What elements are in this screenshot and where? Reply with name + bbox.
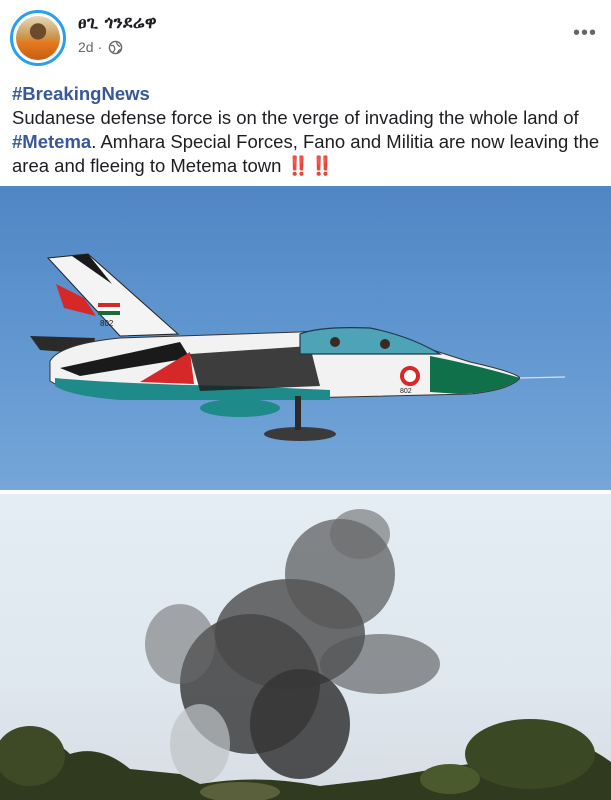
globe-icon[interactable] <box>108 40 123 55</box>
post-text-part1: Sudanese defense force is on the verge o… <box>12 107 579 128</box>
nose-marking: 802 <box>400 388 412 395</box>
jet-aircraft: 802 802 <box>30 253 566 441</box>
hashtag-link[interactable]: #BreakingNews <box>12 83 150 104</box>
avatar[interactable] <box>10 10 66 66</box>
post-photo-explosion[interactable] <box>0 494 611 800</box>
post-photo-jet[interactable]: 802 802 <box>0 186 611 490</box>
post-text: #BreakingNews Sudanese defense force is o… <box>12 82 602 178</box>
post-header: ፀጊ ጎንደሬዋ 2d · ••• <box>0 0 611 76</box>
hashtag-link-metema[interactable]: #Metema <box>12 131 91 152</box>
author-name[interactable]: ፀጊ ጎንደሬዋ <box>78 13 157 33</box>
tail-marking: 802 <box>100 319 114 328</box>
meta-separator: · <box>97 39 103 55</box>
smoke-explosion <box>0 509 611 800</box>
post-time[interactable]: 2d <box>78 39 94 55</box>
post-meta: 2d · <box>78 39 123 55</box>
more-options-icon[interactable]: ••• <box>573 22 597 45</box>
alert-emoji: ‼️ ‼️ <box>286 155 334 176</box>
avatar-image <box>16 16 60 60</box>
